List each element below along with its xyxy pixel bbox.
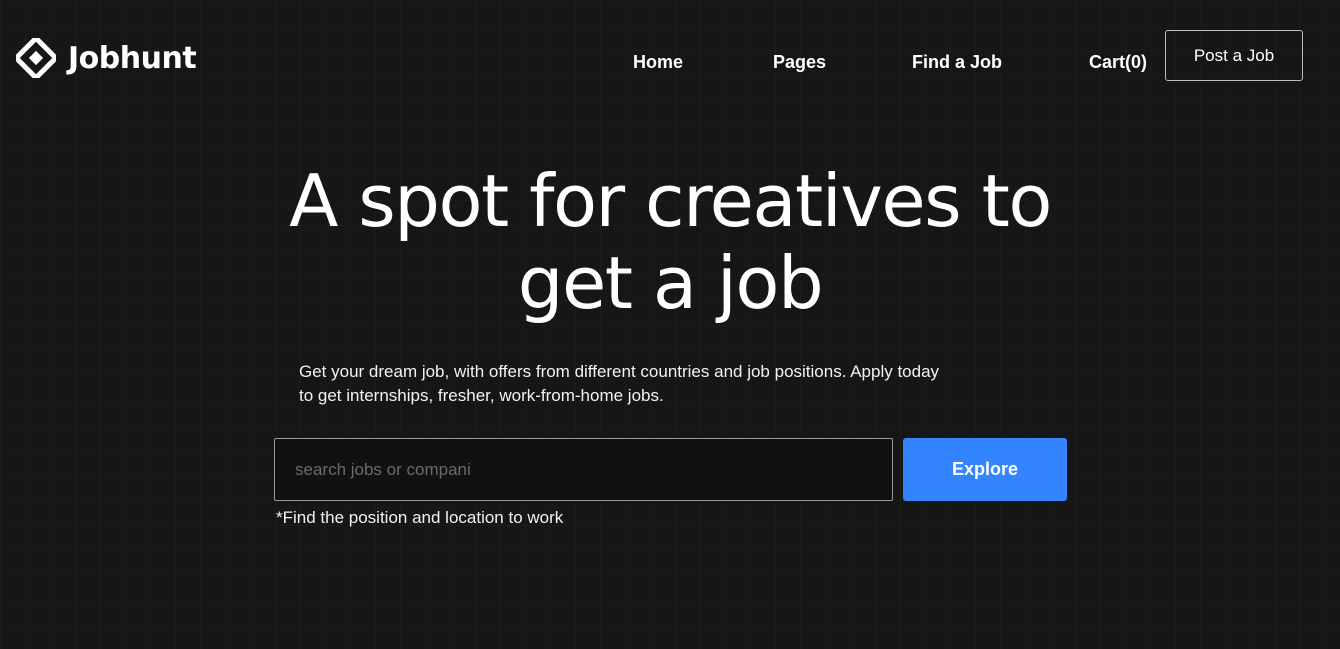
- nav-home-link[interactable]: Home: [633, 52, 683, 73]
- brand-name: Jobhunt: [68, 40, 197, 76]
- brand-logo[interactable]: Jobhunt: [16, 38, 197, 78]
- hero-subtitle-line-2: to get internships, fresher, work-from-h…: [299, 386, 664, 405]
- hero-title-line-2: get a job: [517, 241, 824, 325]
- post-job-button[interactable]: Post a Job: [1165, 30, 1303, 81]
- nav-pages-link[interactable]: Pages: [773, 52, 826, 73]
- site-header: Jobhunt Home Pages Find a Job Cart(0) Po…: [0, 0, 1340, 120]
- hero-subtitle-line-1: Get your dream job, with offers from dif…: [299, 362, 940, 381]
- search-hint: *Find the position and location to work: [276, 508, 564, 527]
- hero-title: A spot for creatives to get a job: [170, 160, 1170, 324]
- diamond-grid-icon: [16, 38, 56, 78]
- hero-title-line-1: A spot for creatives to: [289, 159, 1052, 243]
- hero-subtitle: Get your dream job, with offers from dif…: [299, 360, 1039, 408]
- nav-cart-link[interactable]: Cart(0): [1089, 52, 1147, 73]
- explore-button[interactable]: Explore: [903, 438, 1067, 501]
- nav-find-job-link[interactable]: Find a Job: [912, 52, 1002, 73]
- job-search-input[interactable]: [274, 438, 893, 501]
